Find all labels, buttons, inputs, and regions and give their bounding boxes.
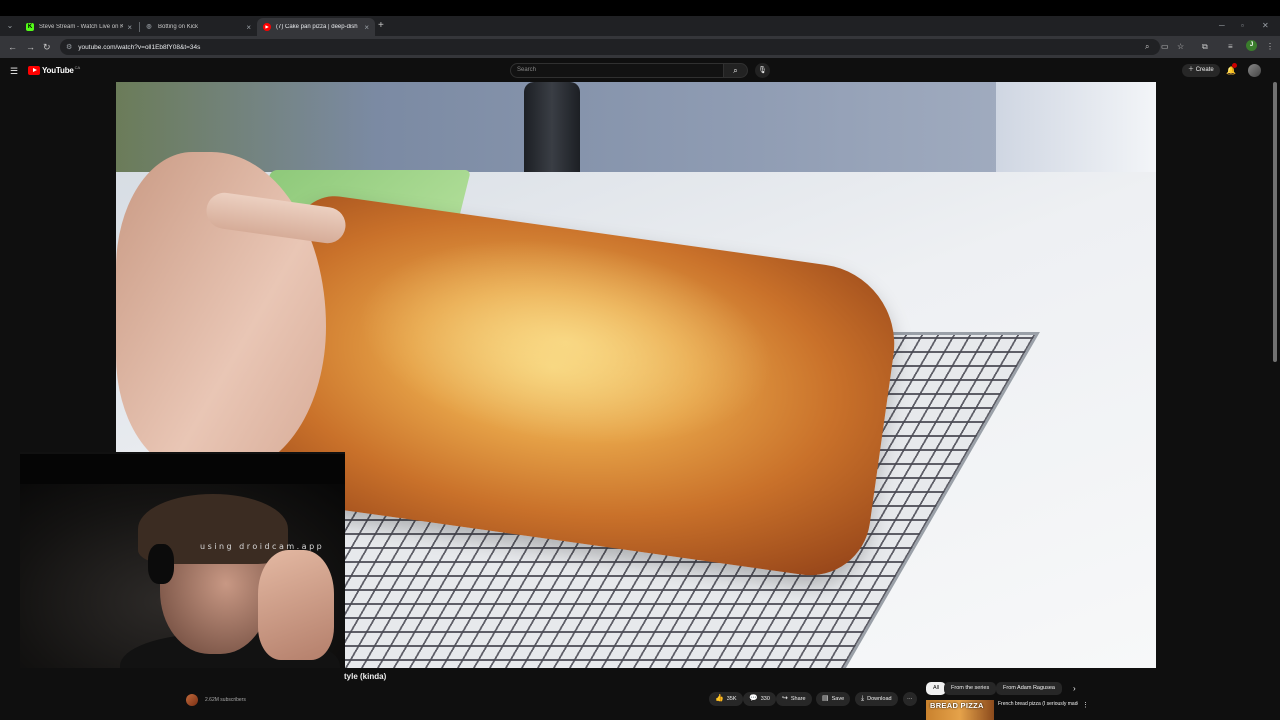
maximize-icon[interactable]: ▫ [1241,20,1244,32]
microphone-icon: 🎙 [758,67,767,74]
subscriber-count: 2.62M subscribers [205,697,246,703]
plus-icon: ＋ [1188,67,1195,73]
menu-icon[interactable]: ☰ [10,65,18,77]
search-input[interactable]: Search [510,63,724,78]
droidcam-watermark: using droidcam.app [200,542,325,551]
youtube-play-icon [28,66,40,75]
tab-label: Botting on Kick [158,24,199,30]
tab-close-icon[interactable]: × [364,23,369,32]
media-controls-icon[interactable]: ≡ [1228,41,1233,53]
share-button[interactable]: ↪ Share [776,692,812,706]
new-tab-button[interactable]: + [378,20,384,32]
tab-steve-stream[interactable]: K Steve Stream - Watch Live on K × [20,18,138,36]
download-button[interactable]: ⤓ Download [855,692,898,706]
comment-count: 330 [760,696,770,702]
site-info-icon[interactable]: ⚙ [66,43,72,51]
account-avatar[interactable] [1248,64,1261,77]
video-frame-bottle [524,82,580,186]
recommendation-more-icon[interactable]: ⋮ [1082,702,1089,710]
globe-favicon-icon: ◎ [146,24,152,30]
share-icon: ↪ [782,695,788,702]
page-scrollbar[interactable] [1272,82,1278,720]
url-text: youtube.com/watch?v=oll1Eb8fY08&t=34s [78,43,201,51]
scrollbar-thumb[interactable] [1273,82,1277,362]
webcam-headset [148,544,174,584]
create-button[interactable]: ＋ Create [1182,64,1220,77]
download-label: Download [867,696,892,702]
video-title: tyle (kinda) [344,672,387,681]
back-icon[interactable]: ← [8,41,17,53]
recommendation-title[interactable]: French bread pizza (I seriously made a v… [998,701,1078,707]
share-label: Share [790,696,806,702]
address-bar[interactable]: ⚙ youtube.com/watch?v=oll1Eb8fY08&t=34s [60,39,1160,55]
create-label: Create [1195,67,1214,73]
like-count: 35K [726,696,737,702]
thumbnail-text: BREAD PIZZA [930,701,984,710]
browser-window: ⌄ K Steve Stream - Watch Live on K × ◎ B… [0,16,1280,720]
tab-label: Steve Stream - Watch Live on K [39,24,124,30]
browser-toolbar: ← → ↻ ⚙ youtube.com/watch?v=oll1Eb8fY08&… [0,36,1280,58]
tab-botting-on-kick[interactable]: ◎ Botting on Kick × [139,18,257,36]
youtube-logo[interactable]: YouTube CA [28,65,81,75]
tab-label: (7) Cake pan pizza | deep-dish [276,24,358,30]
extensions-icon[interactable]: ⧉ [1202,41,1208,53]
tab-strip: ⌄ K Steve Stream - Watch Live on K × ◎ B… [0,16,1280,36]
recommendation-thumbnail[interactable]: BREAD PIZZA [926,700,994,720]
tab-close-icon[interactable]: × [246,23,251,32]
comments-button[interactable]: 💬 330 [743,692,776,706]
save-button[interactable]: ▤ Save [816,692,851,706]
more-actions-button[interactable]: ··· [903,692,917,706]
kick-favicon-icon: K [26,23,34,31]
youtube-masthead: ☰ YouTube CA Search ⌕ 🎙 ＋ Create 🔔 [0,60,1280,82]
chip-from-adam-ragusea[interactable]: From Adam Ragusea [996,682,1062,695]
cast-icon[interactable]: ▭ [1161,41,1169,53]
youtube-favicon-icon: ▶ [263,23,271,31]
tab-cake-pan-pizza[interactable]: ▶ (7) Cake pan pizza | deep-dish × [257,18,375,36]
forward-icon[interactable]: → [26,41,35,53]
close-window-icon[interactable]: ✕ [1262,20,1269,32]
voice-search-button[interactable]: 🎙 [755,63,770,78]
search-button[interactable]: ⌕ [724,63,748,78]
webcam-overlay: using droidcam.app [20,452,345,696]
tab-close-icon[interactable]: × [127,23,132,32]
zoom-icon[interactable]: ⌕ [1145,41,1149,53]
reload-icon[interactable]: ↻ [43,41,51,53]
bookmark-star-icon[interactable]: ☆ [1177,41,1184,53]
comment-icon: 💬 [749,695,758,702]
thumbs-up-icon: 👍 [715,695,724,702]
save-label: Save [831,696,845,702]
download-icon: ⤓ [861,695,865,702]
tab-search-icon[interactable]: ⌄ [4,20,16,32]
notification-badge [1232,63,1237,68]
save-icon: ▤ [822,695,829,702]
chip-next-arrow-icon[interactable]: › [1073,682,1076,695]
video-info-bar: tyle (kinda) 2.62M subscribers 👍 35K 💬 330… [0,668,1280,720]
like-button[interactable]: 👍 35K [709,692,743,706]
minimize-icon[interactable]: ─ [1219,20,1225,32]
youtube-wordmark: YouTube [42,66,74,75]
region-code: CA [74,65,81,70]
search-icon: ⌕ [733,66,738,75]
webcam-streamer-hand [258,550,334,660]
profile-avatar[interactable]: J [1246,40,1257,51]
browser-menu-icon[interactable]: ⋮ [1266,41,1274,53]
chip-from-the-series[interactable]: From the series [944,682,997,695]
channel-avatar[interactable] [186,694,198,706]
